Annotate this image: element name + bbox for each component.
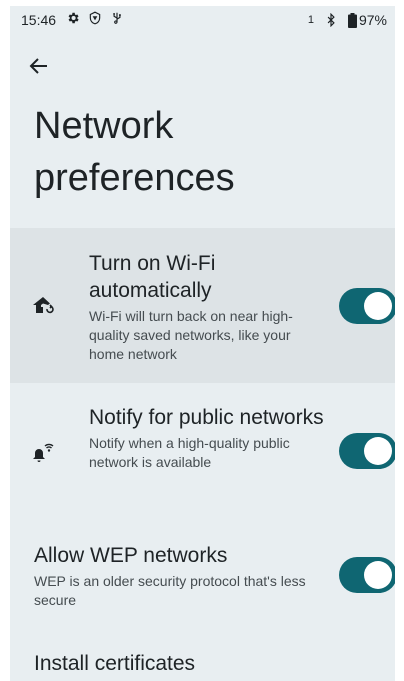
wep-networks-toggle[interactable] xyxy=(339,557,395,593)
public-networks-toggle[interactable] xyxy=(339,433,395,469)
setting-row-public-networks[interactable]: Notify for public networks Notify when a… xyxy=(10,383,395,528)
setting-text: Turn on Wi-Fi automatically Wi-Fi will t… xyxy=(89,250,324,364)
sim-indicator: 1 xyxy=(307,14,314,26)
gear-icon xyxy=(68,12,79,24)
wifi-auto-toggle[interactable] xyxy=(339,288,395,324)
wifi-notification-bell-icon xyxy=(30,439,56,465)
status-icons-left xyxy=(66,11,124,25)
wifi-auto-home-icon xyxy=(30,293,56,319)
setting-text: Notify for public networks Notify when a… xyxy=(89,404,324,472)
battery-icon xyxy=(347,12,357,28)
toggle-knob xyxy=(364,437,392,465)
settings-screen: 15:46 1 97% Network preferences Turn on … xyxy=(10,6,395,681)
arrow-back-icon xyxy=(29,58,47,74)
vpn-shield-icon xyxy=(89,11,101,25)
back-button[interactable] xyxy=(24,51,54,81)
battery-percent: 97% xyxy=(358,12,387,28)
setting-row-wep[interactable]: Allow WEP networks WEP is an older secur… xyxy=(10,528,395,628)
setting-subtitle: WEP is an older security protocol that's… xyxy=(34,573,306,608)
install-certificates-item[interactable]: Install certificates xyxy=(34,652,195,676)
toggle-knob xyxy=(364,292,392,320)
setting-row-wifi-auto[interactable]: Turn on Wi-Fi automatically Wi-Fi will t… xyxy=(10,228,395,383)
setting-text: Allow WEP networks WEP is an older secur… xyxy=(34,542,314,610)
setting-subtitle: Wi-Fi will turn back on near high-qualit… xyxy=(89,308,293,362)
setting-title: Notify for public networks xyxy=(89,406,324,429)
setting-title: Turn on Wi-Fi automatically xyxy=(89,252,216,302)
status-time: 15:46 xyxy=(21,12,57,28)
toggle-knob xyxy=(364,561,392,589)
status-bar: 15:46 1 97% xyxy=(10,6,395,34)
bluetooth-icon xyxy=(327,13,335,27)
usb-icon xyxy=(113,12,121,24)
status-right: 1 97% xyxy=(308,12,387,28)
page-title: Network preferences xyxy=(34,105,235,199)
setting-subtitle: Notify when a high-quality public networ… xyxy=(89,435,290,470)
battery: 97% xyxy=(347,12,387,28)
setting-title: Allow WEP networks xyxy=(34,544,228,567)
